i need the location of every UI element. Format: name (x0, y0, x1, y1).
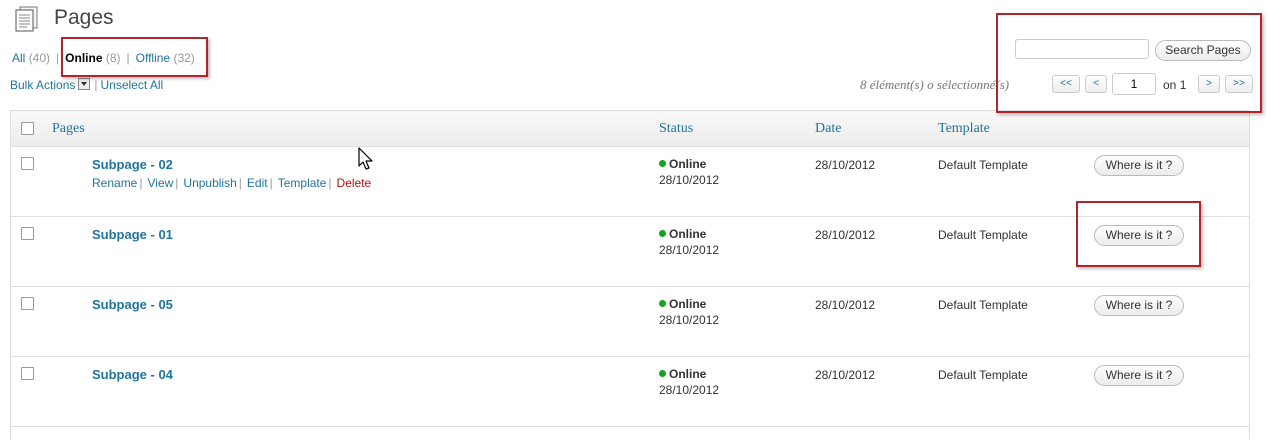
unselect-all-link[interactable]: Unselect All (101, 78, 164, 92)
table-row: Subpage - 04 Online 28/10/2012 28/10/2012… (11, 357, 1249, 427)
chevron-down-icon (78, 78, 91, 90)
highlight-box-search-pagination (996, 13, 1262, 113)
row-checkbox[interactable] (21, 297, 34, 310)
table-row: Subpage - 02 Rename | View | Unpublish | Edit |… (11, 147, 1249, 217)
page-title-link[interactable]: Subpage - 04 (92, 367, 173, 382)
delete-link[interactable]: Delete (337, 176, 372, 190)
table-header: Pages Status Date Template (11, 111, 1249, 147)
status-dot-icon (659, 300, 666, 307)
bulk-actions-dropdown[interactable]: Bulk Actions (10, 78, 91, 92)
date-cell: 28/10/2012 (815, 158, 876, 172)
view-link[interactable]: View (147, 176, 173, 190)
date-cell: 28/10/2012 (815, 298, 876, 312)
mouse-cursor-icon (358, 147, 373, 170)
filter-all[interactable]: All (40) (12, 51, 50, 65)
where-is-it-button[interactable]: Where is it ? (1094, 365, 1184, 386)
row-actions: Rename | View | Unpublish | Edit | Template | Dele… (92, 176, 372, 190)
status-cell: Online 28/10/2012 (659, 367, 720, 397)
page-title-link[interactable]: Subpage - 05 (92, 297, 173, 312)
column-header-status[interactable]: Status (659, 121, 693, 137)
template-cell: Default Template (938, 228, 1028, 242)
table-row: Subpage - 01 Online 28/10/2012 28/10/2012… (11, 217, 1249, 287)
select-all-checkbox[interactable] (21, 122, 34, 135)
pages-document-icon (15, 6, 38, 32)
item-count: 8 élément(s) o sélectionné(s) (860, 77, 1010, 92)
column-header-pages[interactable]: Pages (52, 121, 85, 137)
column-header-template[interactable]: Template (938, 121, 990, 137)
status-dot-icon (659, 370, 666, 377)
row-checkbox[interactable] (21, 227, 34, 240)
status-cell: Online 28/10/2012 (659, 227, 720, 257)
pages-table: Pages Status Date Template Subpage - 02 … (10, 110, 1250, 440)
template-cell: Default Template (938, 298, 1028, 312)
rename-link[interactable]: Rename (92, 176, 137, 190)
unpublish-link[interactable]: Unpublish (183, 176, 236, 190)
status-cell: Online 28/10/2012 (659, 157, 720, 187)
where-is-it-button[interactable]: Where is it ? (1094, 155, 1184, 176)
template-cell: Default Template (938, 158, 1028, 172)
status-dot-icon (659, 230, 666, 237)
template-link[interactable]: Template (278, 176, 327, 190)
edit-link[interactable]: Edit (247, 176, 268, 190)
page-title: Pages (54, 6, 114, 29)
highlight-box-online-filter (61, 37, 208, 77)
page-title-link[interactable]: Subpage - 01 (92, 227, 173, 242)
table-row: Subpage - 05 Online 28/10/2012 28/10/2012… (11, 287, 1249, 357)
status-cell: Online 28/10/2012 (659, 297, 720, 327)
status-dot-icon (659, 160, 666, 167)
page-title-link[interactable]: Subpage - 02 (92, 157, 173, 172)
row-checkbox[interactable] (21, 367, 34, 380)
highlight-box-where-button (1076, 201, 1201, 267)
where-is-it-button[interactable]: Where is it ? (1094, 295, 1184, 316)
template-cell: Default Template (938, 368, 1028, 382)
row-checkbox[interactable] (21, 157, 34, 170)
bulk-actions-bar: Bulk Actions | Unselect All (10, 78, 164, 92)
column-header-date[interactable]: Date (815, 121, 841, 137)
date-cell: 28/10/2012 (815, 228, 876, 242)
date-cell: 28/10/2012 (815, 368, 876, 382)
